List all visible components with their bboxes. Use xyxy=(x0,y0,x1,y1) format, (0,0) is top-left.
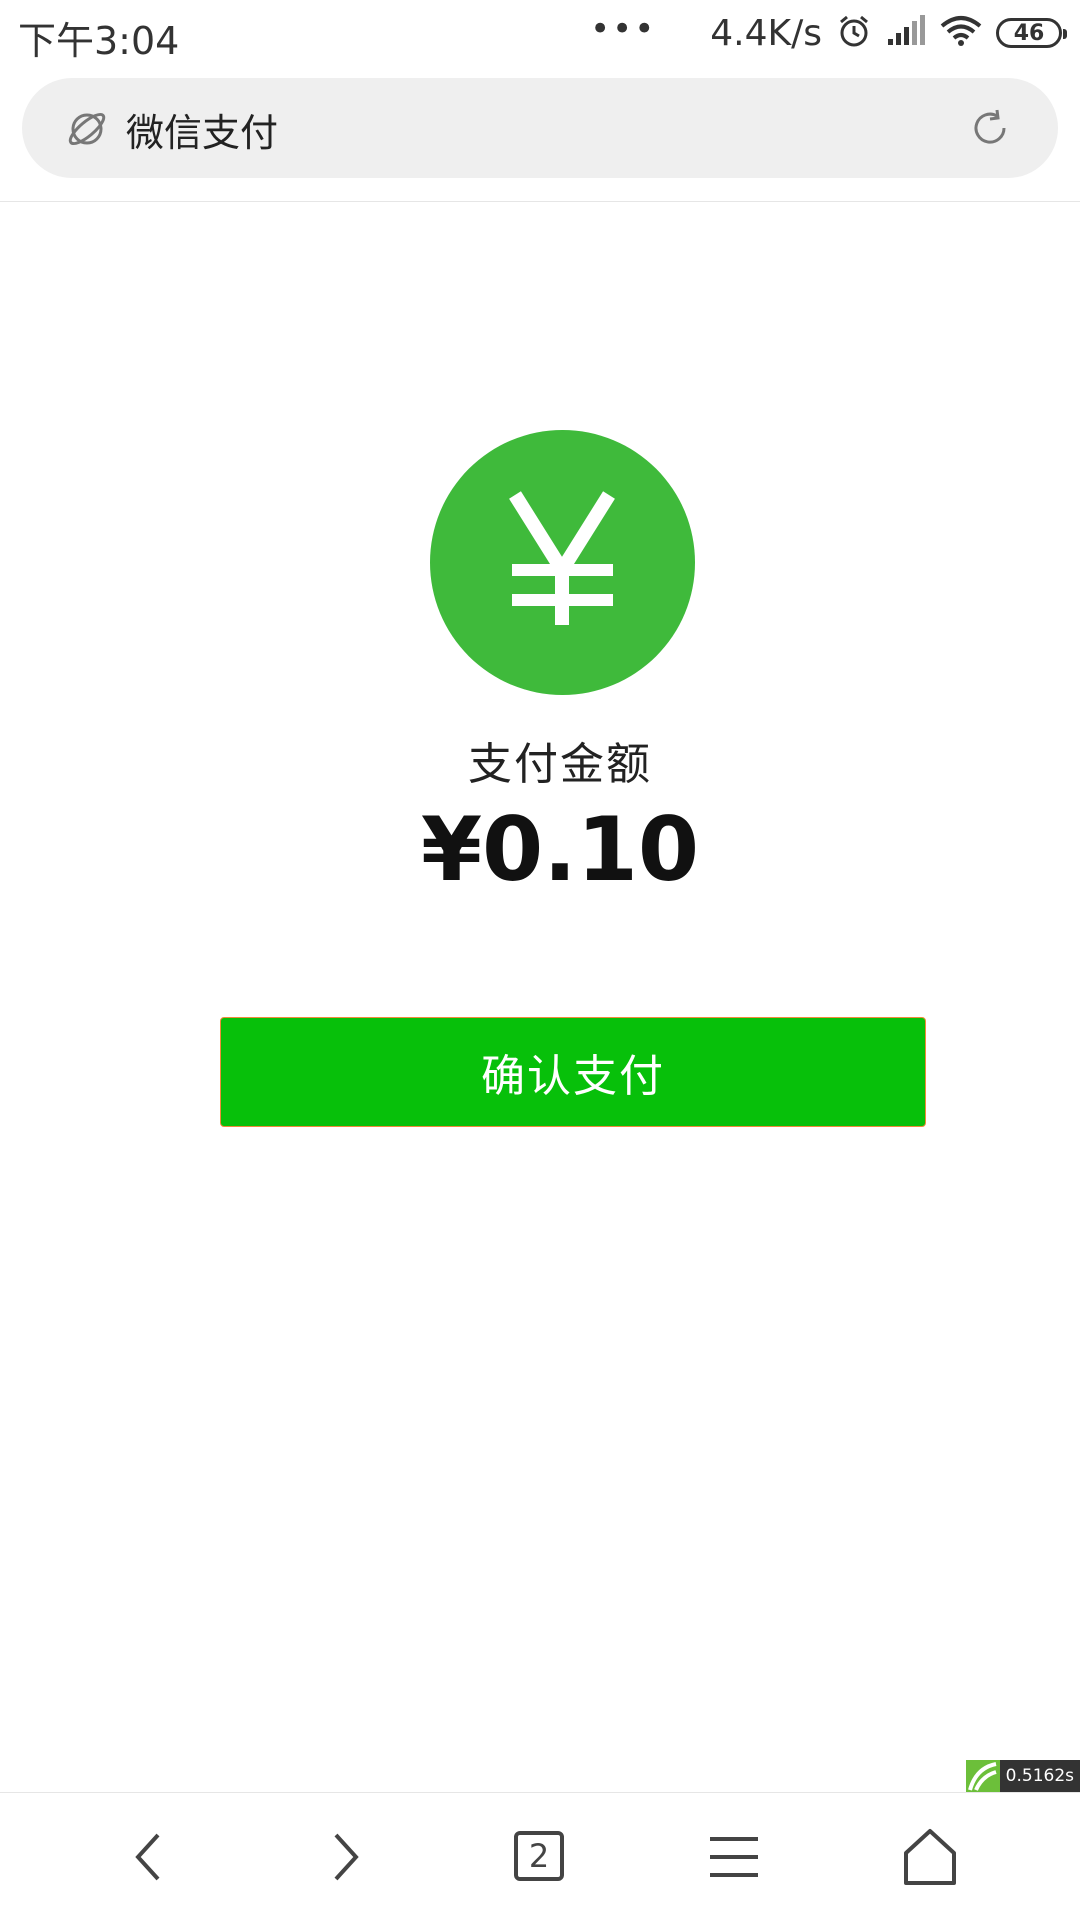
status-bar: 下午3:04 ••• 4.4K/s 46 xyxy=(0,0,1080,66)
back-icon[interactable] xyxy=(118,1825,182,1889)
planet-icon xyxy=(64,106,110,152)
battery-icon: 46 xyxy=(996,18,1067,48)
menu-icon[interactable] xyxy=(702,1825,766,1889)
tabs-icon[interactable]: 2 xyxy=(514,1831,564,1881)
page-title: 微信支付 xyxy=(126,111,279,155)
home-icon[interactable] xyxy=(898,1825,962,1889)
more-dots-icon: ••• xyxy=(590,9,657,49)
amount-label: 支付金额 xyxy=(468,739,652,790)
load-time: 0.5162s xyxy=(999,1760,1080,1792)
top-divider xyxy=(0,201,1080,202)
yuan-coin-icon xyxy=(430,430,695,695)
alarm-icon xyxy=(836,13,872,53)
load-timer-badge: 0.5162s xyxy=(965,1760,1080,1792)
address-bar[interactable]: 微信支付 xyxy=(22,78,1058,178)
confirm-payment-button[interactable]: 确认支付 xyxy=(220,1017,926,1127)
leaf-logo-icon xyxy=(965,1760,1000,1792)
amount-value: ¥0.10 xyxy=(420,798,700,901)
signal-icon xyxy=(886,15,926,51)
forward-icon[interactable] xyxy=(312,1825,376,1889)
network-speed: 4.4K/s xyxy=(710,12,822,54)
reload-icon[interactable] xyxy=(970,108,1010,148)
wifi-icon xyxy=(940,15,982,51)
bottom-navigation: 2 xyxy=(0,1792,1080,1921)
status-icons: ••• 4.4K/s 46 xyxy=(590,8,1067,58)
status-time: 下午3:04 xyxy=(18,19,180,63)
